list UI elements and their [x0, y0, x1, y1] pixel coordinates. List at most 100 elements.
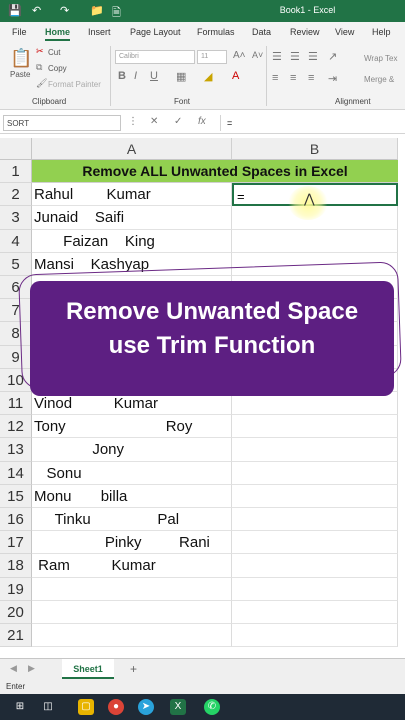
align-left-icon[interactable]: ≡	[272, 72, 278, 84]
font-size-select[interactable]: 11	[197, 50, 227, 64]
row-header[interactable]: 14	[0, 461, 32, 485]
insert-function-button[interactable]: fx	[198, 116, 206, 127]
file-explorer-icon[interactable]: ▢	[78, 699, 94, 715]
copy-button[interactable]: Copy	[48, 64, 67, 73]
status-mode: Enter	[6, 682, 26, 691]
tab-home[interactable]: Home	[45, 27, 71, 41]
name-box[interactable]: SORT	[3, 115, 121, 131]
row-header[interactable]: 3	[0, 206, 32, 230]
cancel-icon[interactable]: ✕	[150, 116, 158, 127]
align-right-icon[interactable]: ≡	[308, 72, 314, 84]
excel-taskbar-icon[interactable]: X	[170, 699, 186, 715]
cell-b[interactable]	[232, 484, 398, 508]
tab-page-layout[interactable]: Page Layout	[130, 27, 181, 37]
enter-icon[interactable]: ✓	[174, 116, 182, 127]
cell-a[interactable]	[32, 600, 232, 624]
cell-a[interactable]	[32, 624, 232, 648]
sheet-title-cell[interactable]: Remove ALL Unwanted Spaces in Excel	[32, 160, 398, 184]
row-header[interactable]: 18	[0, 554, 32, 578]
cut-button[interactable]: Cut	[48, 48, 60, 57]
telegram-icon[interactable]: ➤	[138, 699, 154, 715]
bold-button[interactable]: B	[118, 70, 126, 82]
paste-button-label[interactable]: Paste	[10, 70, 30, 79]
indent-icon[interactable]: ⇥	[328, 72, 337, 85]
row-header[interactable]: 16	[0, 508, 32, 532]
cell-b[interactable]	[232, 600, 398, 624]
windows-start-icon[interactable]: ⊞	[12, 699, 28, 715]
sheet-tab-sheet1[interactable]: Sheet1	[62, 659, 114, 679]
task-view-icon[interactable]: ◫	[40, 699, 56, 715]
grow-font-icon[interactable]: A˄	[233, 50, 246, 61]
scroll-left-icon[interactable]: ◀	[10, 663, 17, 674]
row-header[interactable]: 4	[0, 229, 32, 253]
font-name-select[interactable]: Calibri	[115, 50, 195, 64]
row-header[interactable]: 17	[0, 531, 32, 555]
borders-icon[interactable]: ▦	[176, 70, 186, 83]
cell-a[interactable]: Tinku Pal	[32, 508, 232, 532]
cell-b[interactable]	[232, 554, 398, 578]
whatsapp-icon[interactable]: ✆	[204, 699, 220, 715]
align-center-icon[interactable]: ≡	[290, 72, 296, 84]
row-header[interactable]: 5	[0, 252, 32, 276]
font-color-icon[interactable]: A	[232, 70, 239, 82]
tab-insert[interactable]: Insert	[88, 27, 111, 37]
row-header[interactable]: 2	[0, 183, 32, 207]
column-header-b[interactable]: B	[232, 138, 398, 160]
orientation-icon[interactable]: ↗	[328, 50, 337, 63]
column-header-a[interactable]: A	[32, 138, 232, 160]
row-header[interactable]: 15	[0, 484, 32, 508]
cell-a[interactable]: Jony	[32, 438, 232, 462]
row-header[interactable]: 12	[0, 415, 32, 439]
shrink-font-icon[interactable]: A˅	[252, 50, 263, 60]
cell-a[interactable]: Rahul Kumar	[32, 183, 232, 207]
row-header[interactable]: 19	[0, 577, 32, 601]
format-painter-button[interactable]: Format Painter	[48, 80, 101, 89]
cell-a[interactable]: Ram Kumar	[32, 554, 232, 578]
cell-a[interactable]: Monu billa	[32, 484, 232, 508]
row-header[interactable]: 21	[0, 624, 32, 648]
cell-a[interactable]	[32, 577, 232, 601]
cell-b[interactable]	[232, 577, 398, 601]
row-header[interactable]: 13	[0, 438, 32, 462]
window-title: Book1 - Excel	[279, 5, 336, 15]
fill-color-icon[interactable]: ◢	[204, 70, 212, 83]
cell-b[interactable]	[232, 229, 398, 253]
cell-b[interactable]	[232, 508, 398, 532]
row-header[interactable]: 11	[0, 392, 32, 416]
align-bottom-icon[interactable]: ☰	[308, 50, 318, 63]
cell-b[interactable]	[232, 461, 398, 485]
cell-a[interactable]: Pinky Rani	[32, 531, 232, 555]
paste-icon[interactable]: 📋	[10, 48, 32, 69]
cell-b[interactable]	[232, 415, 398, 439]
cell-b[interactable]	[232, 531, 398, 555]
italic-button[interactable]: I	[134, 70, 137, 82]
cell-a[interactable]: Junaid Saifi	[32, 206, 232, 230]
row-header[interactable]: 20	[0, 600, 32, 624]
tab-view[interactable]: View	[335, 27, 354, 37]
copy-icon[interactable]: ⧉	[36, 62, 42, 73]
select-all-corner[interactable]	[0, 138, 32, 160]
cell-a[interactable]: Faizan King	[32, 229, 232, 253]
cell-b[interactable]	[232, 438, 398, 462]
tab-data[interactable]: Data	[252, 27, 271, 37]
tab-file[interactable]: File	[12, 27, 27, 37]
align-top-icon[interactable]: ☰	[272, 50, 282, 63]
row-header[interactable]: 1	[0, 160, 32, 184]
cut-icon[interactable]: ✂	[36, 46, 44, 57]
wrap-text-button[interactable]: Wrap Tex	[364, 54, 398, 63]
tab-help[interactable]: Help	[372, 27, 391, 37]
tab-formulas[interactable]: Formulas	[197, 27, 235, 37]
chrome-icon[interactable]: ●	[108, 699, 124, 715]
promo-banner: Remove Unwanted Space use Trim Function	[30, 281, 394, 396]
format-painter-icon[interactable]: 🖌	[36, 78, 47, 89]
scroll-right-icon[interactable]: ▶	[28, 663, 35, 674]
cell-a[interactable]: Tony Roy	[32, 415, 232, 439]
cell-a[interactable]: Sonu	[32, 461, 232, 485]
align-middle-icon[interactable]: ☰	[290, 50, 300, 63]
tab-review[interactable]: Review	[290, 27, 320, 37]
formula-input[interactable]: =	[220, 115, 405, 131]
merge-center-button[interactable]: Merge &	[364, 75, 394, 84]
cell-b[interactable]	[232, 624, 398, 648]
add-sheet-button[interactable]: +	[130, 662, 137, 676]
underline-button[interactable]: U	[150, 70, 158, 82]
